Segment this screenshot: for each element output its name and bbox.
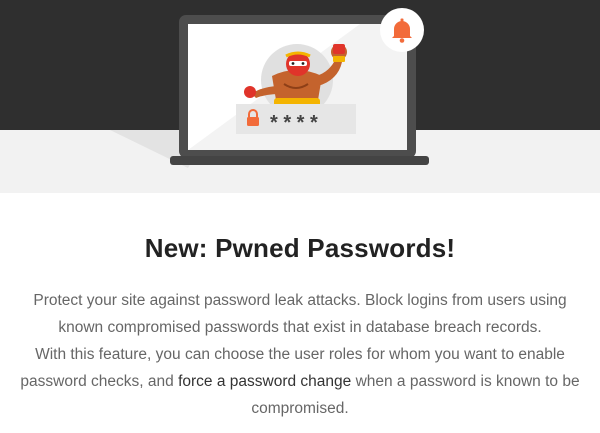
password-mask: * * * * [270,112,318,134]
feature-announcement: New: Pwned Passwords! Protect your site … [0,193,600,433]
force-password-change-highlight: force a password change [178,373,352,390]
hero-illustration: * * * * [110,8,429,168]
feature-title: New: Pwned Passwords! [144,233,456,263]
laptop-base [170,156,429,165]
hero-banner: * * * * [0,0,600,193]
feature-description-line1: Protect your site against password leak … [33,292,567,336]
feature-description: Protect your site against password leak … [20,287,580,422]
